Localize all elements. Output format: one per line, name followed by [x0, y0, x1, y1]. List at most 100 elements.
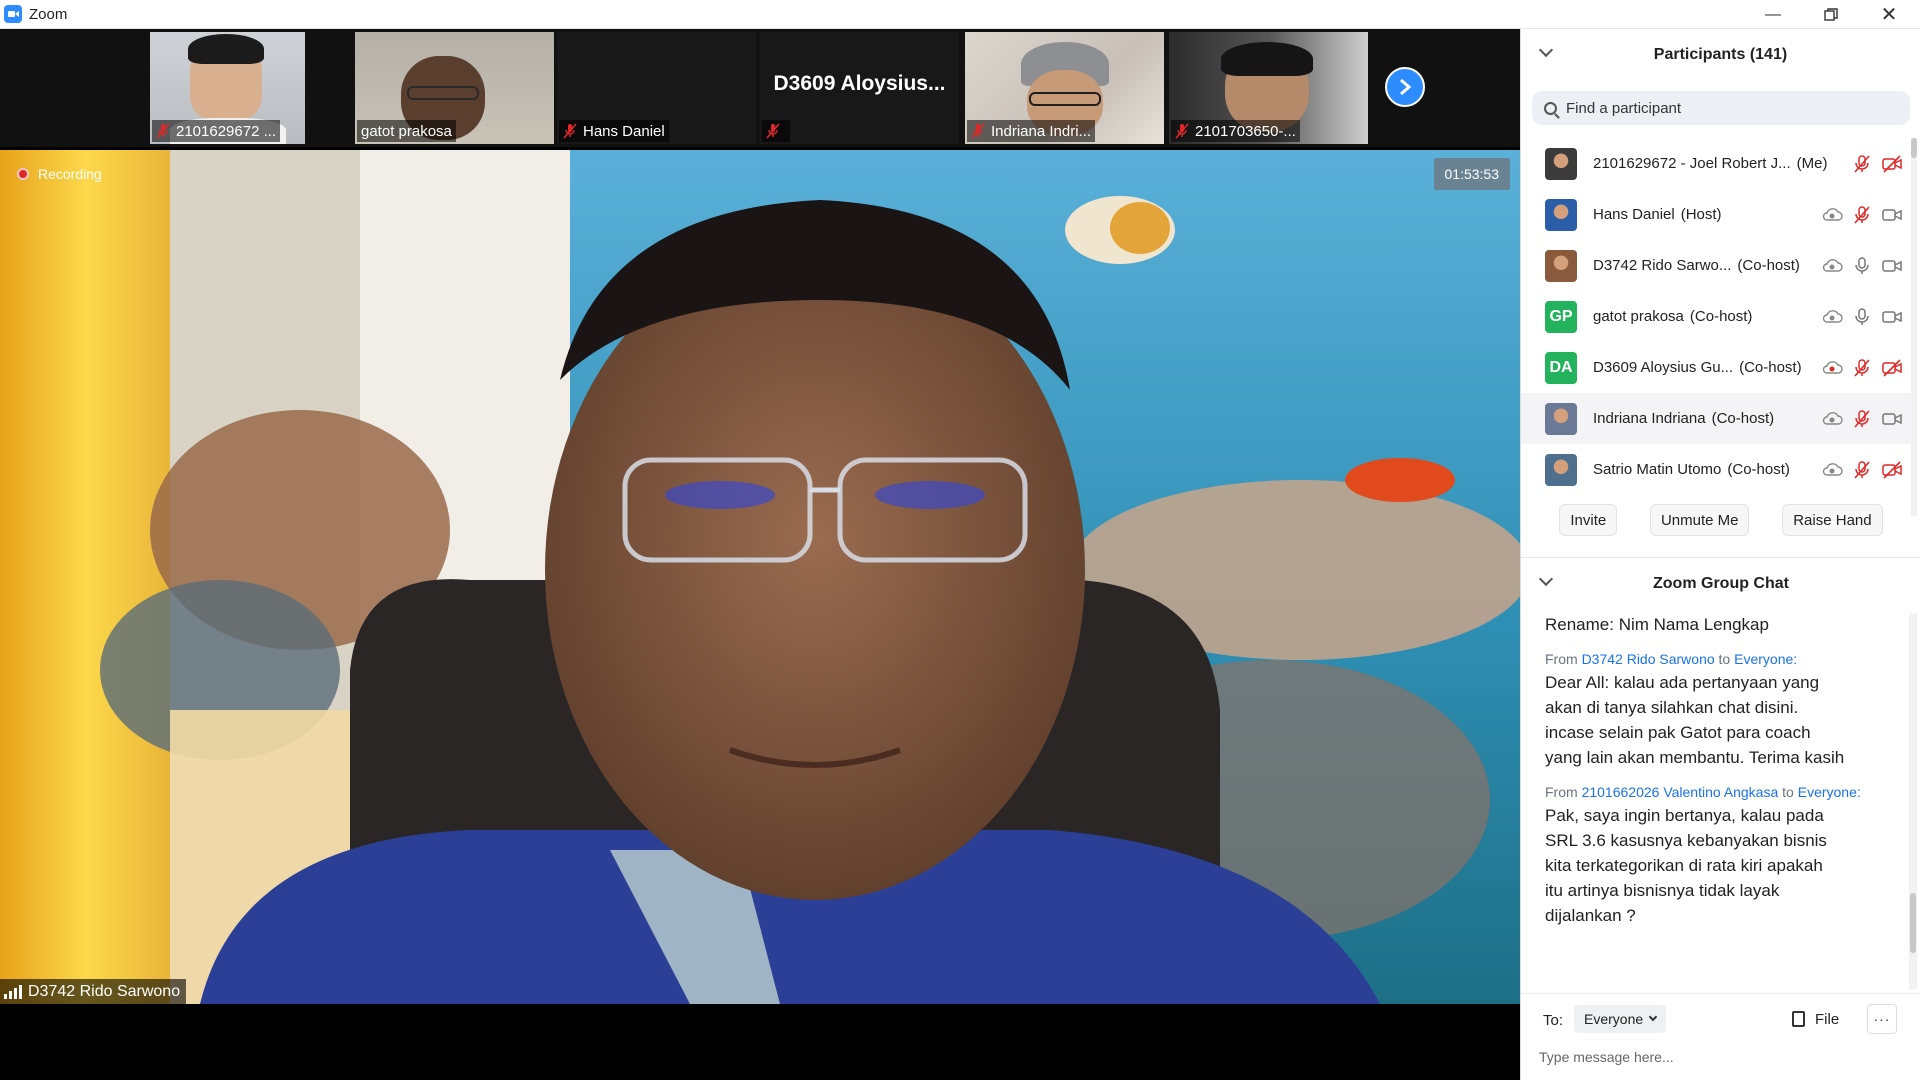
- recording-cloud-icon: [1822, 462, 1843, 476]
- participant-row[interactable]: Hans Daniel (Host): [1521, 189, 1911, 240]
- participant-status-icons: [1821, 256, 1903, 275]
- chat-message: From D3742 Rido Sarwono to Everyone: Dear…: [1545, 651, 1911, 770]
- chat-message-line: Pak, saya ingin bertanya, kalau pada: [1545, 806, 1824, 825]
- chat-recipient[interactable]: Everyone:: [1798, 784, 1861, 800]
- chat-to-label: to: [1782, 784, 1794, 800]
- close-button[interactable]: ✕: [1860, 0, 1918, 29]
- speaker-name-label: D3742 Rido Sarwono: [0, 979, 187, 1004]
- chat-sender[interactable]: 2101662026 Valentino Angkasa: [1582, 784, 1779, 800]
- muted-mic-icon: [766, 123, 780, 139]
- chat-message-line: dijalankan ?: [1545, 906, 1636, 925]
- next-page-button[interactable]: [1385, 67, 1425, 107]
- recording-cloud-icon: [1822, 309, 1843, 323]
- participant-thumbnail[interactable]: gatot prakosa: [355, 32, 554, 144]
- participants-title: Participants (141): [1653, 46, 1788, 63]
- video-icon[interactable]: [1881, 257, 1903, 275]
- participants-list: 2101629672 - Joel Robert J... (Me) Hans Da…: [1521, 138, 1911, 495]
- participant-search[interactable]: [1532, 91, 1910, 125]
- chat-message-line: Dear All: kalau ada pertanyaan yang: [1545, 673, 1820, 692]
- participant-name: gatot prakosa (Co-host): [1593, 308, 1753, 325]
- participant-thumbnail[interactable]: 2101703650-...: [1169, 32, 1368, 144]
- mic-icon[interactable]: [1851, 256, 1873, 275]
- invite-button[interactable]: Invite: [1559, 504, 1618, 536]
- chat-sender[interactable]: D3742 Rido Sarwono: [1582, 651, 1715, 667]
- muted-mic-icon: [156, 123, 170, 139]
- participant-thumbnail[interactable]: Hans Daniel: [557, 32, 756, 144]
- minimize-button[interactable]: —: [1744, 0, 1802, 29]
- video-icon[interactable]: [1881, 206, 1903, 224]
- participant-name: D3742 Rido Sarwo... (Co-host): [1593, 257, 1800, 274]
- recording-indicator: Recording: [17, 166, 102, 182]
- more-options-button[interactable]: ···: [1867, 1004, 1897, 1034]
- chat-message-line: akan di tanya silahkan chat disini.: [1545, 698, 1799, 717]
- thumbnail-name: 2101703650-...: [1171, 120, 1300, 142]
- participant-row[interactable]: GP gatot prakosa (Co-host): [1521, 291, 1911, 342]
- video-off-icon[interactable]: [1881, 460, 1903, 479]
- recording-cloud-icon: [1822, 411, 1843, 425]
- video-off-icon[interactable]: [1881, 358, 1903, 377]
- chat-message-line: yang lain akan membantu. Terima kasih: [1545, 748, 1845, 767]
- thumbnail-name: Hans Daniel: [559, 120, 669, 142]
- collapse-chevron-icon[interactable]: [1538, 42, 1554, 58]
- avatar: DA: [1545, 351, 1577, 384]
- participant-row[interactable]: DA D3609 Aloysius Gu... (Co-host): [1521, 342, 1911, 393]
- avatar: [1545, 453, 1577, 486]
- participant-row[interactable]: Indriana Indriana (Co-host): [1521, 393, 1911, 444]
- participant-row[interactable]: 2101629672 - Joel Robert J... (Me): [1521, 138, 1911, 189]
- muted-mic-icon[interactable]: [1851, 205, 1873, 224]
- participant-status-icons: [1851, 154, 1903, 173]
- avatar: [1545, 147, 1577, 180]
- raise-hand-button[interactable]: Raise Hand: [1782, 504, 1883, 536]
- participant-status-icons: [1821, 307, 1903, 326]
- muted-mic-icon[interactable]: [1851, 409, 1873, 428]
- muted-mic-icon[interactable]: [1851, 154, 1873, 173]
- participant-row[interactable]: D3742 Rido Sarwo... (Co-host): [1521, 240, 1911, 291]
- muted-mic-icon: [1175, 123, 1189, 139]
- recording-dot-icon: [17, 168, 29, 180]
- mic-icon[interactable]: [1851, 307, 1873, 326]
- participant-thumbnail[interactable]: Indriana Indri...: [965, 32, 1164, 144]
- participant-thumbnail[interactable]: D3609 Aloysius...: [760, 32, 959, 144]
- chat-scrollbar[interactable]: [1909, 613, 1917, 989]
- participant-name: Hans Daniel (Host): [1593, 206, 1722, 223]
- muted-mic-icon[interactable]: [1851, 460, 1873, 479]
- thumbnail-name: gatot prakosa: [357, 120, 456, 142]
- chat-header: Zoom Group Chat: [1521, 557, 1920, 610]
- participant-search-input[interactable]: [1566, 99, 1886, 117]
- side-panel: Participants (141) 2101629672 - Joel Rob…: [1520, 29, 1920, 1080]
- chat-from-label: From: [1545, 651, 1578, 667]
- participant-status-icons: [1821, 205, 1903, 224]
- zoom-app-icon: [4, 5, 22, 23]
- chat-message-input[interactable]: [1539, 1044, 1899, 1070]
- thumbnail-name: Indriana Indri...: [967, 120, 1096, 142]
- file-button[interactable]: File: [1792, 1005, 1839, 1033]
- chat-message-header: From 2101662026 Valentino Angkasa to Eve…: [1545, 784, 1911, 800]
- chat-from-label: From: [1545, 784, 1578, 800]
- thumbnail-display-name: D3609 Aloysius...: [773, 72, 946, 95]
- speaker-video-frame: [0, 150, 1520, 1004]
- video-off-icon[interactable]: [1881, 154, 1903, 173]
- active-speaker-video[interactable]: Recording 01:53:53 D3742 Rido Sarwono: [0, 150, 1520, 1004]
- restore-button[interactable]: [1802, 0, 1860, 29]
- unmute-me-button[interactable]: Unmute Me: [1649, 504, 1750, 536]
- participant-row[interactable]: Satrio Matin Utomo (Co-host): [1521, 444, 1911, 495]
- participants-scrollbar[interactable]: [1911, 138, 1917, 516]
- avatar: [1545, 198, 1577, 231]
- collapse-chevron-icon[interactable]: [1538, 571, 1554, 587]
- title-bar: Zoom — ✕: [0, 0, 1920, 29]
- restore-icon: [1824, 7, 1838, 21]
- participant-thumbnail[interactable]: 2101629672 ...: [150, 32, 305, 144]
- chevron-right-icon: [1400, 78, 1412, 96]
- chat-messages[interactable]: Rename: Nim Nama Lengkap From D3742 Rido…: [1521, 613, 1911, 989]
- chat-recipient[interactable]: Everyone:: [1734, 651, 1797, 667]
- muted-mic-icon: [971, 123, 985, 139]
- muted-mic-icon[interactable]: [1851, 358, 1873, 377]
- video-icon[interactable]: [1881, 308, 1903, 326]
- thumbnail-name: [762, 120, 790, 142]
- thumbnail-name: 2101629672 ...: [152, 120, 281, 142]
- chat-title: Zoom Group Chat: [1653, 575, 1789, 592]
- participant-actions: Invite Unmute Me Raise Hand: [1521, 504, 1920, 536]
- recipient-select[interactable]: Everyone: [1574, 1005, 1667, 1033]
- chat-message-line: SRL 3.6 kasusnya kebanyakan bisnis: [1545, 831, 1827, 850]
- video-icon[interactable]: [1881, 410, 1903, 428]
